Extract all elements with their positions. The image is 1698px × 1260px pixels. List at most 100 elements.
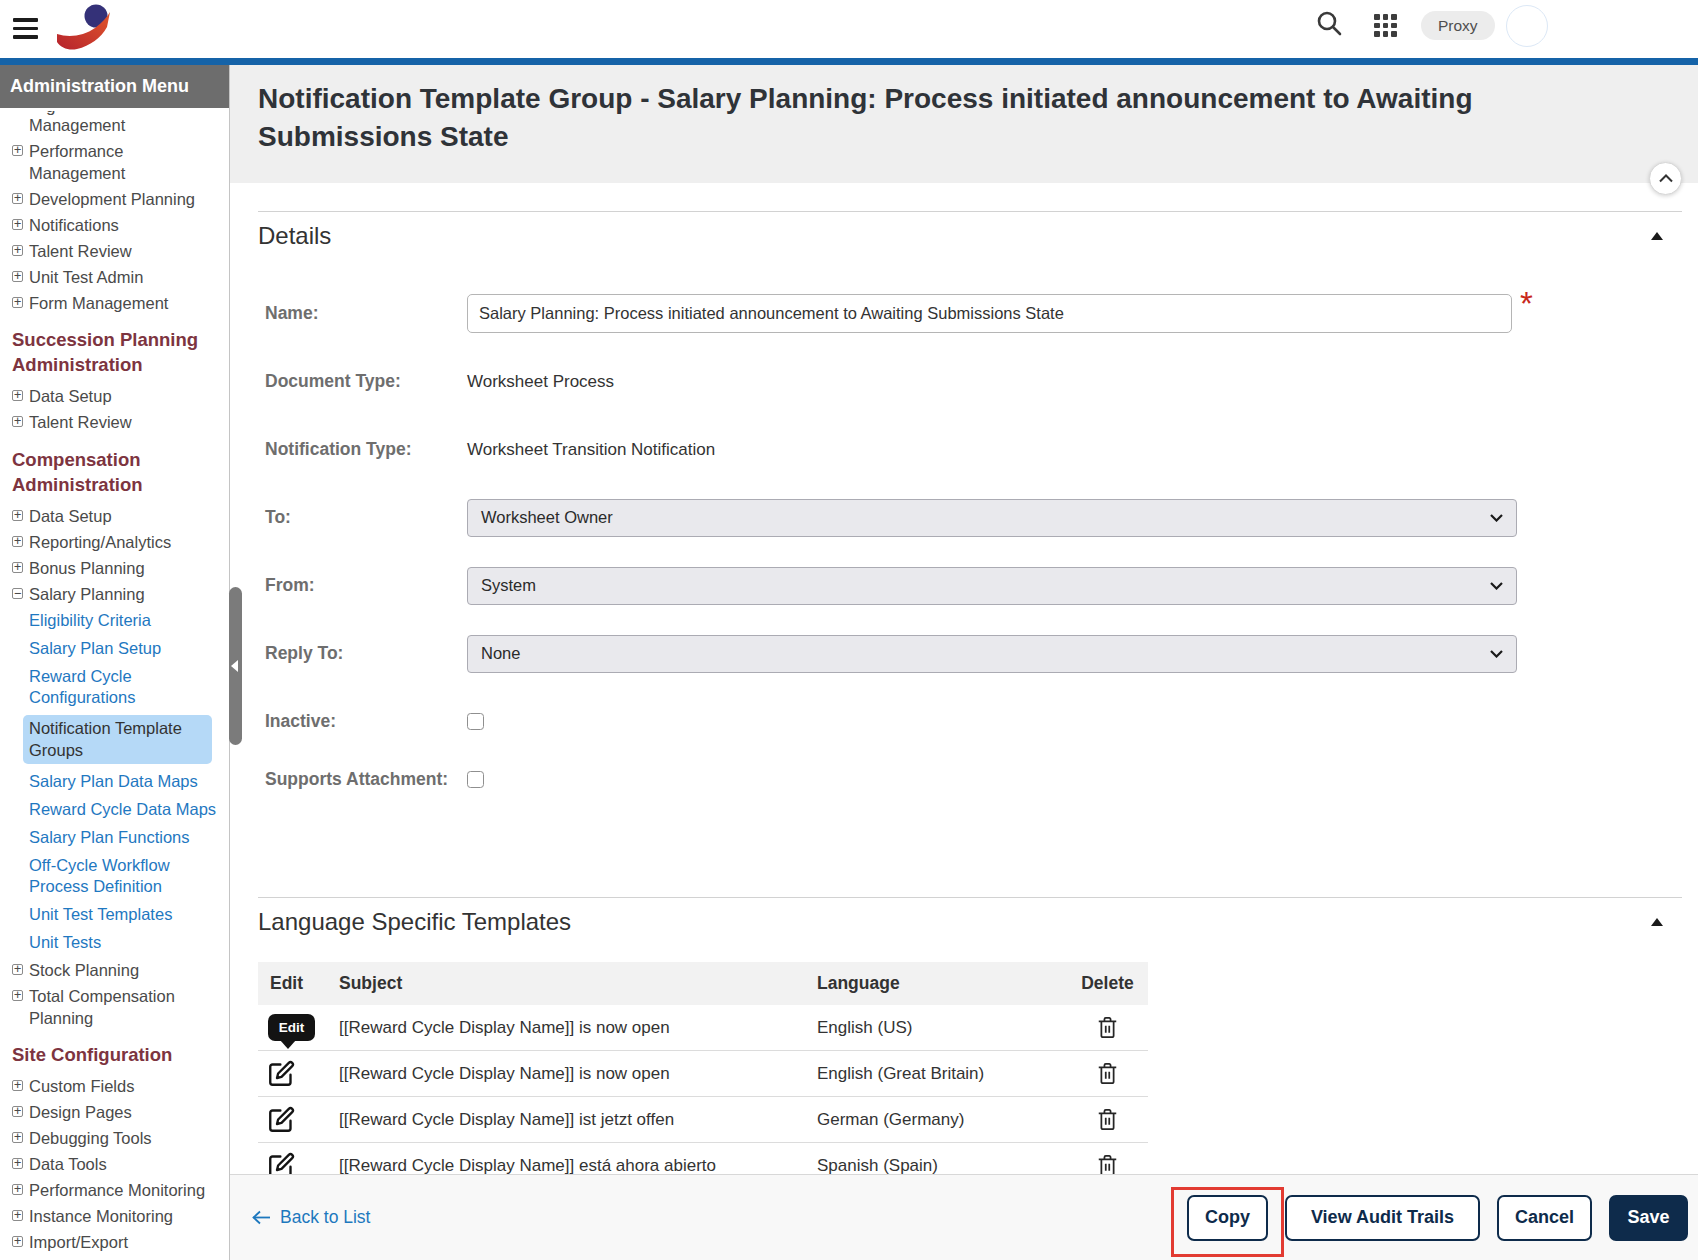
view-audit-trails-button[interactable]: View Audit Trails bbox=[1285, 1195, 1480, 1241]
template-row: [[Reward Cycle Display Name]] está ahora… bbox=[258, 1143, 1148, 1174]
edit-tooltip-cell[interactable]: Edit bbox=[258, 1014, 334, 1041]
template-language: English (Great Britain) bbox=[812, 1064, 1067, 1084]
details-section-title: Details bbox=[258, 220, 331, 251]
collapse-header-button[interactable] bbox=[1649, 162, 1682, 195]
sidebar-item-total-compensation-planning[interactable]: +Total Compensation Planning bbox=[12, 986, 223, 1029]
expand-icon[interactable]: + bbox=[12, 1132, 23, 1143]
sidebar-item-debugging-tools[interactable]: +Debugging Tools bbox=[12, 1128, 223, 1150]
edit-cell[interactable] bbox=[258, 1106, 334, 1133]
sidebar-link-unit-test-templates[interactable]: Unit Test Templates bbox=[29, 904, 219, 926]
from-row: From: System bbox=[258, 566, 1682, 605]
trash-icon[interactable] bbox=[1097, 1154, 1118, 1174]
expand-icon[interactable]: + bbox=[12, 1210, 23, 1221]
edit-icon[interactable] bbox=[268, 1060, 295, 1087]
sidebar-link-notification-template-groups[interactable]: Notification Template Groups bbox=[23, 715, 212, 764]
sidebar-scrollbar-handle[interactable] bbox=[229, 587, 242, 745]
back-to-list-link[interactable]: Back to List bbox=[252, 1207, 370, 1228]
sidebar-link-salary-plan-setup[interactable]: Salary Plan Setup bbox=[29, 638, 219, 660]
app-grid-icon[interactable] bbox=[1374, 14, 1397, 37]
copy-button[interactable]: Copy bbox=[1187, 1195, 1268, 1241]
trash-icon[interactable] bbox=[1097, 1062, 1118, 1085]
name-input[interactable] bbox=[467, 294, 1512, 333]
avatar[interactable] bbox=[1506, 5, 1548, 47]
supports-attachment-checkbox[interactable] bbox=[467, 771, 484, 788]
delete-cell[interactable] bbox=[1067, 1108, 1148, 1131]
expand-icon[interactable]: + bbox=[12, 416, 23, 427]
sidebar-item-data-tools[interactable]: +Data Tools bbox=[12, 1154, 223, 1176]
edit-icon[interactable] bbox=[268, 1152, 295, 1174]
expand-icon[interactable]: + bbox=[12, 536, 23, 547]
template-subject: [[Reward Cycle Display Name]] is now ope… bbox=[334, 1064, 812, 1084]
sidebar-item-unit-test-admin[interactable]: +Unit Test Admin bbox=[12, 267, 223, 289]
collapse-icon[interactable]: − bbox=[12, 588, 23, 599]
expand-icon[interactable]: + bbox=[12, 193, 23, 204]
sidebar-item-salary-planning[interactable]: −Salary Planning bbox=[12, 584, 223, 606]
sidebar-item-import-export[interactable]: +Import/Export bbox=[12, 1232, 223, 1254]
sidebar-item-label: Bonus Planning bbox=[29, 558, 217, 580]
main-content: Notification Template Group - Salary Pla… bbox=[230, 65, 1698, 1260]
sidebar-link-off-cycle-workflow-process-definition[interactable]: Off-Cycle Workflow Process Definition bbox=[29, 855, 219, 898]
expand-icon[interactable]: + bbox=[12, 1080, 23, 1091]
delete-cell[interactable] bbox=[1067, 1154, 1148, 1174]
sidebar-item-bonus-planning[interactable]: + Bonus Planning bbox=[12, 558, 223, 580]
sidebar-item-custom-fields[interactable]: + Custom Fields bbox=[12, 1076, 223, 1098]
template-subject: [[Reward Cycle Display Name]] is now ope… bbox=[334, 1018, 812, 1038]
delete-cell[interactable] bbox=[1067, 1016, 1148, 1039]
expand-icon[interactable]: + bbox=[12, 145, 23, 156]
expand-icon[interactable]: + bbox=[12, 990, 23, 1001]
sidebar-item-talent-review[interactable]: +Talent Review bbox=[12, 241, 223, 263]
sidebar-item-notifications[interactable]: +Notifications bbox=[12, 215, 223, 237]
from-select[interactable]: System bbox=[467, 567, 1517, 605]
edit-cell[interactable] bbox=[258, 1060, 334, 1087]
sidebar-link-unit-tests[interactable]: Unit Tests bbox=[29, 932, 219, 954]
sidebar-link-eligibility-criteria[interactable]: Eligibility Criteria bbox=[29, 610, 219, 632]
expand-icon[interactable]: + bbox=[12, 964, 23, 975]
sidebar-item-design-pages[interactable]: +Design Pages bbox=[12, 1102, 223, 1124]
hamburger-menu-icon[interactable] bbox=[13, 18, 38, 39]
expand-icon[interactable]: + bbox=[12, 390, 23, 401]
edit-icon[interactable] bbox=[268, 1106, 295, 1133]
inactive-checkbox[interactable] bbox=[467, 713, 484, 730]
expand-icon[interactable]: + bbox=[12, 1106, 23, 1117]
sidebar-item-data-setup[interactable]: +Data Setup bbox=[12, 506, 223, 528]
sidebar-item-performance-monitoring[interactable]: +Performance Monitoring bbox=[12, 1180, 223, 1202]
expand-icon[interactable]: + bbox=[12, 297, 23, 308]
sidebar-link-salary-plan-data-maps[interactable]: Salary Plan Data Maps bbox=[29, 771, 219, 793]
delete-cell[interactable] bbox=[1067, 1062, 1148, 1085]
sidebar-item-data-setup[interactable]: +Data Setup bbox=[12, 386, 223, 408]
expand-icon[interactable]: + bbox=[12, 1158, 23, 1169]
cancel-button[interactable]: Cancel bbox=[1497, 1195, 1592, 1241]
chevron-down-icon bbox=[1490, 582, 1503, 590]
sidebar-item-performance-management[interactable]: +Performance Management bbox=[12, 141, 223, 184]
expand-icon[interactable]: + bbox=[12, 510, 23, 521]
templates-collapse-icon[interactable] bbox=[1651, 918, 1663, 926]
trash-icon[interactable] bbox=[1097, 1108, 1118, 1131]
sidebar-item-instance-monitoring[interactable]: +Instance Monitoring bbox=[12, 1206, 223, 1228]
sidebar-item-management[interactable]: Management bbox=[29, 115, 223, 137]
sidebar-link-reward-cycle-configurations[interactable]: Reward Cycle Configurations bbox=[29, 666, 219, 709]
sidebar-link-reward-cycle-data-maps[interactable]: Reward Cycle Data Maps bbox=[29, 799, 219, 821]
expand-icon[interactable]: + bbox=[12, 1184, 23, 1195]
save-button[interactable]: Save bbox=[1609, 1195, 1688, 1241]
reply-to-select[interactable]: None bbox=[467, 635, 1517, 673]
expand-icon[interactable]: + bbox=[12, 219, 23, 230]
search-icon[interactable] bbox=[1316, 10, 1343, 41]
sidebar-item-talent-review[interactable]: +Talent Review bbox=[12, 412, 223, 434]
sidebar-item-development-planning[interactable]: +Development Planning bbox=[12, 189, 223, 211]
details-collapse-icon[interactable] bbox=[1651, 232, 1663, 240]
sidebar-link-salary-plan-functions[interactable]: Salary Plan Functions bbox=[29, 827, 219, 849]
sidebar-item-form-management[interactable]: +Form Management bbox=[12, 293, 223, 315]
expand-icon[interactable]: + bbox=[12, 245, 23, 256]
trash-icon[interactable] bbox=[1097, 1016, 1118, 1039]
sidebar-item-label: Custom Fields bbox=[29, 1076, 217, 1098]
proxy-badge[interactable]: Proxy bbox=[1421, 11, 1495, 40]
sidebar-item-reporting-analytics[interactable]: + Reporting/Analytics bbox=[12, 532, 223, 554]
to-select[interactable]: Worksheet Owner bbox=[467, 499, 1517, 537]
edit-cell[interactable] bbox=[258, 1152, 334, 1174]
expand-icon[interactable]: + bbox=[12, 1236, 23, 1247]
expand-icon[interactable]: + bbox=[12, 562, 23, 573]
expand-icon[interactable]: + bbox=[12, 271, 23, 282]
sidebar-item-label: Reporting/Analytics bbox=[29, 532, 217, 554]
sidebar-item-label: Salary Planning bbox=[29, 584, 217, 606]
sidebar-item-stock-planning[interactable]: +Stock Planning bbox=[12, 960, 223, 982]
